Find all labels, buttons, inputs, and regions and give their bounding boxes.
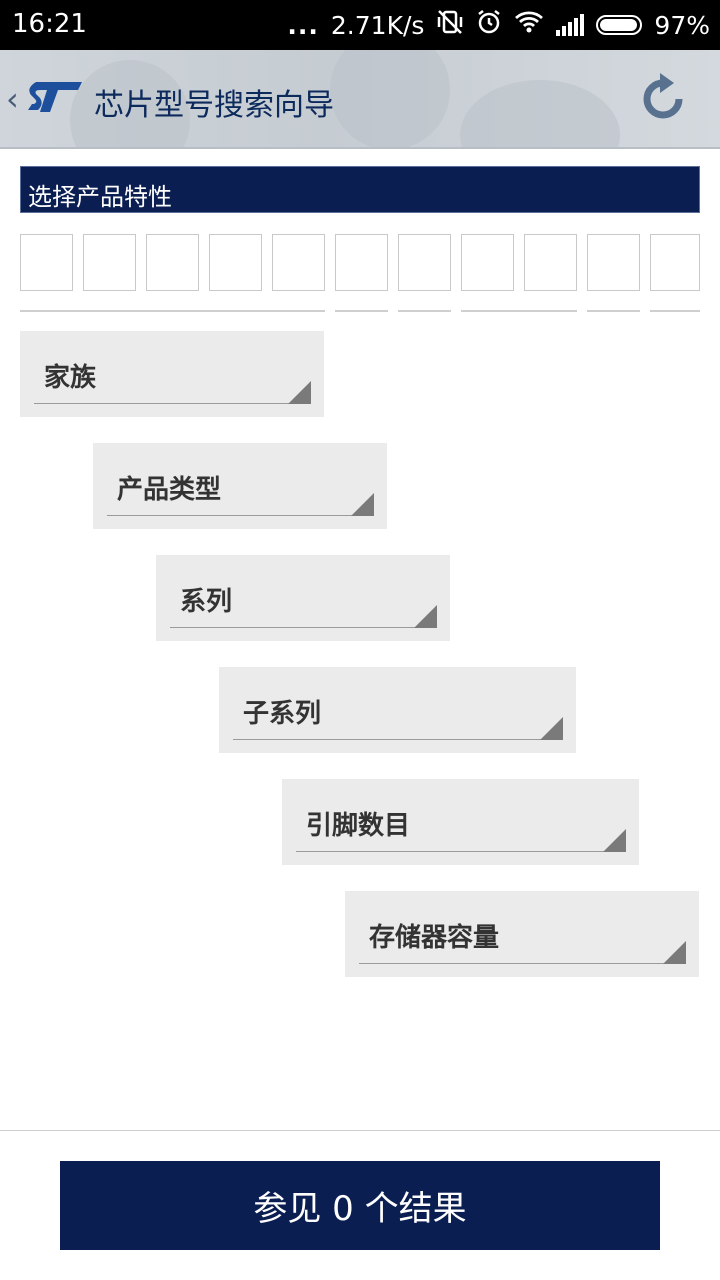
part-code-box-11[interactable] [650,234,700,291]
footer-divider [0,1130,720,1131]
refresh-icon[interactable] [636,72,690,130]
status-bar: 16:21 ... 2.71K/s 97% [0,0,720,50]
part-code-box-8[interactable] [461,234,514,291]
dropdown-underline [359,963,685,964]
family-dropdown[interactable]: 家族 [20,331,324,417]
group-line-memory [650,310,700,312]
part-code-box-10[interactable] [587,234,640,291]
dropdown-arrow-icon [351,493,374,516]
group-line-type [335,310,388,312]
part-code-box-3[interactable] [146,234,199,291]
dropdown-arrow-icon [540,717,563,740]
notification-dots: ... [287,10,319,40]
dropdown-arrow-icon [288,381,311,404]
signal-icon [556,14,585,36]
part-code-box-7[interactable] [398,234,451,291]
status-icons: ... 2.71K/s 97% [287,0,710,50]
dropdown-underline [233,739,562,740]
dropdown-arrow-icon [663,941,686,964]
group-line-series [398,310,451,312]
dropdown-arrow-icon [603,829,626,852]
dropdown-arrow-icon [414,605,437,628]
part-code-box-1[interactable] [20,234,73,291]
part-code-box-6[interactable] [335,234,388,291]
back-button[interactable]: ‹ [6,80,19,118]
see-results-button[interactable]: 参见 0 个结果 [60,1161,660,1250]
battery-icon [596,15,643,35]
group-line-family [20,310,325,312]
battery-level: 97% [654,10,710,40]
subseries-dropdown[interactable]: 子系列 [219,667,576,753]
header-decoration [460,80,620,147]
memory-size-dropdown[interactable]: 存储器容量 [345,891,699,977]
st-logo-icon [26,80,84,118]
dropdown-underline [107,515,373,516]
group-line-subseries [461,310,577,312]
dropdown-underline [34,403,310,404]
product-type-dropdown[interactable]: 产品类型 [93,443,387,529]
wifi-icon [514,10,544,40]
pin-count-dropdown[interactable]: 引脚数目 [282,779,639,865]
vibrate-off-icon [436,9,464,41]
dropdown-label: 产品类型 [117,475,222,505]
dropdown-underline [170,627,436,628]
dropdown-label: 系列 [180,587,233,617]
status-time: 16:21 [12,9,87,39]
part-code-box-4[interactable] [209,234,262,291]
network-speed: 2.71K/s [330,10,425,40]
part-code-box-5[interactable] [272,234,325,291]
dropdown-label: 家族 [44,363,97,393]
dropdown-underline [296,851,625,852]
part-code-box-9[interactable] [524,234,577,291]
part-code-box-2[interactable] [83,234,136,291]
dropdown-label: 子系列 [243,699,322,729]
alarm-icon [476,9,502,41]
dropdown-label: 存储器容量 [369,923,500,953]
app-bar: ‹ 芯片型号搜索向导 [0,50,720,149]
section-title: 选择产品特性 [20,166,700,213]
group-line-pins [587,310,640,312]
header-decoration [330,50,450,147]
series-dropdown[interactable]: 系列 [156,555,450,641]
dropdown-label: 引脚数目 [306,811,411,841]
page-title: 芯片型号搜索向导 [94,88,334,123]
